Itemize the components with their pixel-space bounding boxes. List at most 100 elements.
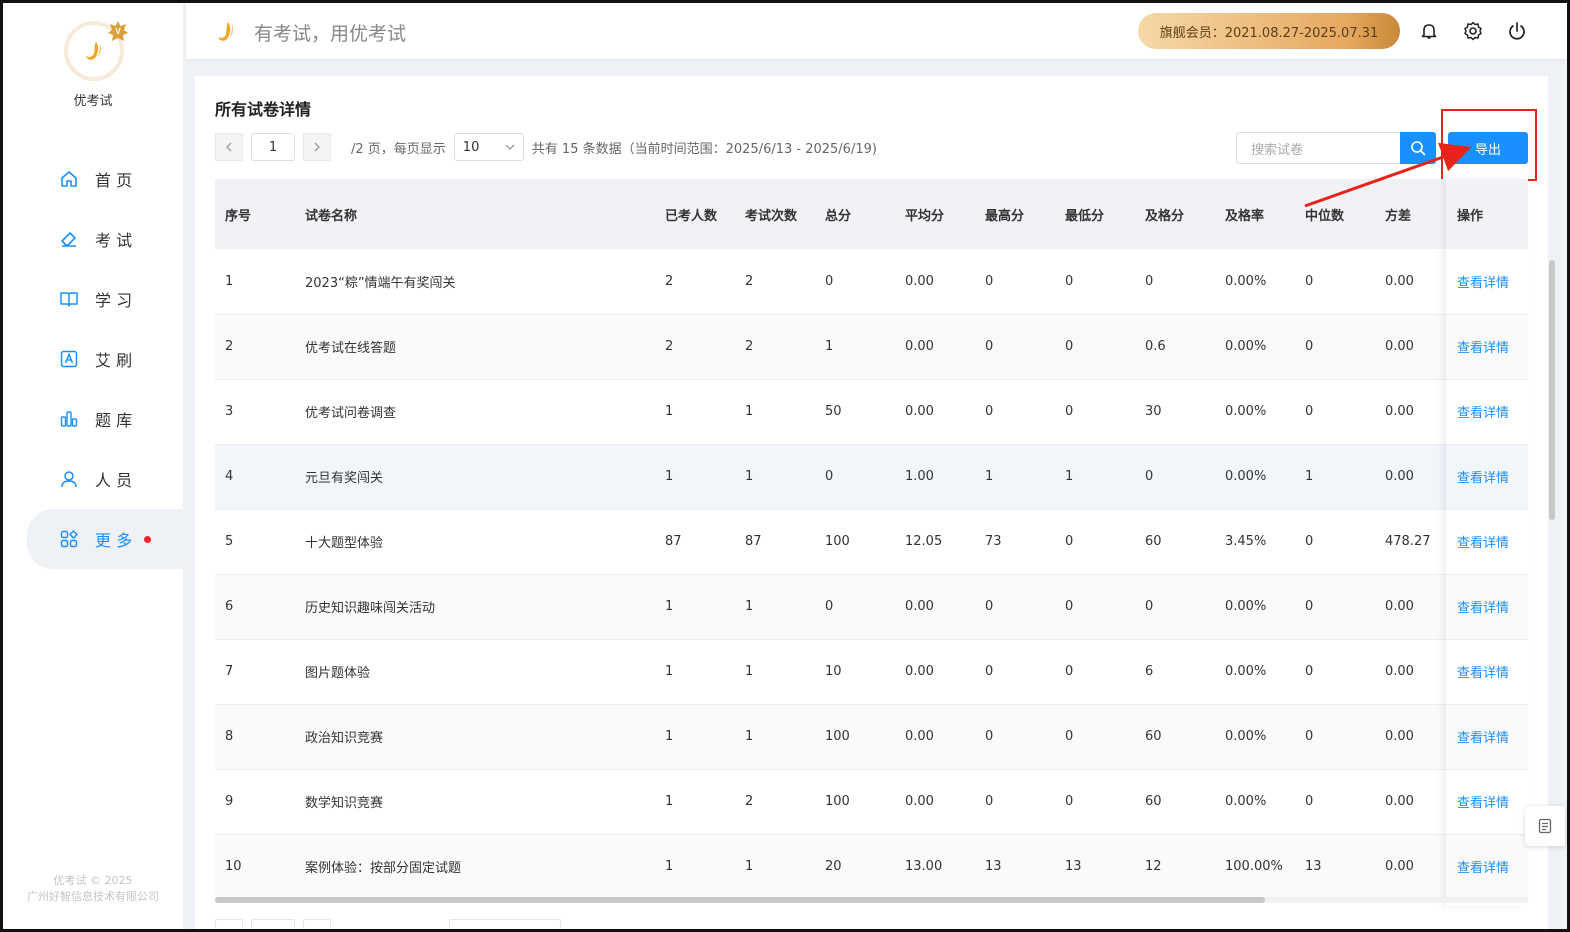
sidebar-item-label: 更 多	[95, 531, 133, 550]
gear-icon[interactable]	[1462, 20, 1484, 42]
table-cell: 1	[745, 729, 754, 744]
column-header: 试卷名称	[305, 208, 358, 224]
table-row: 1 2023“粽”情端午有奖闯关 2 2 0 0.00 0 0 0 0.00% 0 0.00 查看详情	[215, 249, 1528, 314]
page-title: 所有试卷详情	[215, 100, 312, 119]
table-cell: 优考试问卷调查	[305, 406, 397, 421]
view-details-link[interactable]: 查看详情	[1447, 704, 1528, 769]
table-cell: 1	[745, 404, 754, 419]
table-cell: 0.00	[1385, 404, 1414, 419]
table-cell: 8	[225, 729, 234, 744]
company-name: 广州好智信息技术有限公司	[27, 890, 159, 903]
table-cell: 0.00%	[1225, 339, 1267, 354]
svg-text:V: V	[115, 27, 121, 36]
brand-logo-icon	[218, 22, 233, 41]
table-cell: 100	[825, 794, 850, 809]
book-icon	[59, 289, 79, 309]
table-cell: 1	[1305, 469, 1314, 484]
vertical-scrollbar[interactable]	[1549, 260, 1555, 520]
table-cell: 0.00%	[1225, 794, 1267, 809]
chevron-right-icon	[314, 142, 320, 152]
table-cell: 50	[825, 404, 842, 419]
view-details-link[interactable]: 查看详情	[1447, 314, 1528, 379]
table-cell: 1	[665, 859, 674, 874]
horizontal-scrollbar[interactable]	[215, 897, 1528, 903]
exam-details-card: 所有试卷详情 1 /2 页，每页显示 10 共有 15 条数据（当前时间范围：2…	[195, 76, 1548, 929]
view-details-link[interactable]: 查看详情	[1447, 249, 1528, 314]
table-row: 2 优考试在线答题 2 2 1 0.00 0 0 0.6 0.00% 0 0.00 查看详情	[215, 314, 1528, 379]
sidebar-item-question-bank[interactable]: 题 库	[3, 389, 183, 449]
view-details-link[interactable]: 查看详情	[1447, 769, 1528, 834]
brand-logo-icon	[86, 42, 101, 60]
table-cell: 20	[825, 859, 842, 874]
table-cell: 13	[985, 859, 1002, 874]
view-details-link[interactable]: 查看详情	[1447, 379, 1528, 444]
sidebar-item-practice[interactable]: 艾 刷	[3, 329, 183, 389]
sidebar-item-users[interactable]: 人 员	[3, 449, 183, 509]
table-cell: 0	[1065, 729, 1074, 744]
table-cell: 13	[1065, 859, 1082, 874]
table-cell: 0	[1305, 339, 1314, 354]
bottom-pagination	[215, 919, 561, 929]
table-cell: 13	[1305, 859, 1322, 874]
table-row: 10 案例体验：按部分固定试题 1 1 20 13.00 13 13 12 100.00% 13 0.…	[215, 834, 1528, 899]
sidebar-item-more[interactable]: 更 多	[27, 509, 183, 569]
table-cell: 73	[985, 534, 1002, 549]
feedback-button[interactable]	[1525, 806, 1565, 846]
table-cell: 1.00	[905, 469, 934, 484]
table-cell: 0	[985, 273, 994, 289]
page-number-input[interactable]: 1	[251, 133, 295, 161]
table-cell: 0	[1305, 794, 1314, 809]
table-cell: 0.00%	[1225, 599, 1267, 614]
table-cell: 0.00	[1385, 729, 1414, 744]
table-cell: 0	[1145, 273, 1154, 289]
table-cell: 0	[985, 599, 994, 614]
table-cell: 0.00	[1385, 339, 1414, 354]
sidebar-item-label: 学 习	[95, 291, 133, 310]
view-details-link[interactable]: 查看详情	[1447, 509, 1528, 574]
table-cell: 优考试在线答题	[305, 341, 397, 356]
exam-table: 序号 试卷名称 已考人数 考试次数 总分 平均分 最高分 最低分 及格分 及格率 中位数 方差 操作 1…	[215, 179, 1528, 906]
table-cell: 0.6	[1145, 339, 1166, 354]
table-row: 4 元旦有奖闯关 1 1 0 1.00 1 1 0 0.00% 1 0.00 查看详情	[215, 444, 1528, 509]
power-icon[interactable]	[1506, 20, 1528, 42]
table-cell: 0.00%	[1225, 273, 1267, 289]
view-details-link[interactable]: 查看详情	[1447, 639, 1528, 704]
table-cell: 100	[825, 534, 850, 549]
table-cell: 0	[1305, 599, 1314, 614]
table-cell: 1	[225, 273, 234, 289]
table-cell: 0	[1065, 273, 1074, 289]
table-cell: 87	[665, 534, 682, 549]
table-cell: 数学知识竞赛	[305, 796, 384, 811]
prev-page-button[interactable]	[215, 133, 243, 161]
table-cell: 6	[225, 599, 234, 614]
table-cell: 2	[665, 339, 674, 354]
page-size-select[interactable]: 10	[453, 133, 524, 161]
sidebar-item-label: 首 页	[95, 171, 133, 190]
column-header: 序号	[225, 208, 252, 224]
table-cell: 6	[1145, 664, 1154, 679]
column-header: 考试次数	[745, 208, 798, 224]
vip-membership-badge[interactable]: 旗舰会员：2021.08.27-2025.07.31	[1138, 13, 1400, 49]
page-size-value: 10	[462, 139, 480, 155]
search-input[interactable]: 搜索试卷	[1236, 132, 1400, 164]
sidebar-item-study[interactable]: 学 习	[3, 269, 183, 329]
search-button[interactable]	[1400, 132, 1436, 164]
column-header: 操作	[1457, 208, 1484, 224]
table-cell: 1	[825, 339, 834, 354]
view-details-link[interactable]: 查看详情	[1447, 574, 1528, 639]
table-row: 6 历史知识趣味闯关活动 1 1 0 0.00 0 0 0 0.00% 0 0.00 查看详情	[215, 574, 1528, 639]
view-details-link[interactable]: 查看详情	[1447, 444, 1528, 509]
table-cell: 60	[1145, 729, 1162, 744]
column-header: 最高分	[985, 208, 1025, 224]
column-header: 平均分	[905, 208, 945, 224]
table-cell: 1	[985, 469, 994, 484]
table-cell: 0	[985, 339, 994, 354]
sidebar-item-exam[interactable]: 考 试	[3, 209, 183, 269]
table-cell: 0	[825, 599, 834, 614]
sidebar-item-home[interactable]: 首 页	[3, 149, 183, 209]
table-cell: 图片题体验	[305, 666, 371, 681]
next-page-button[interactable]	[303, 133, 331, 161]
view-details-link[interactable]: 查看详情	[1447, 834, 1528, 899]
horizontal-scroll-thumb[interactable]	[215, 897, 1265, 903]
bell-icon[interactable]	[1418, 20, 1440, 42]
